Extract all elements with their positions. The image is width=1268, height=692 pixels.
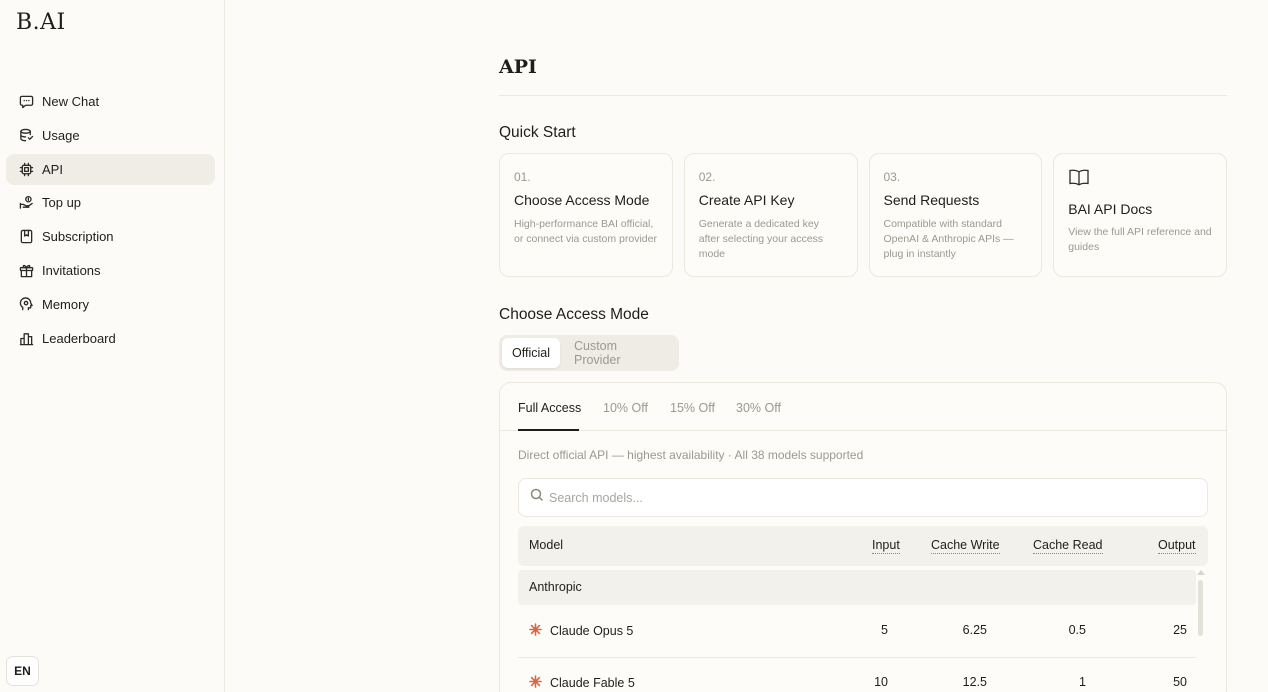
- chip-icon: [18, 161, 34, 177]
- cache-write-price: 12.5: [962, 675, 987, 689]
- input-price: 10: [874, 675, 888, 689]
- quick-start-card-docs[interactable]: BAI API Docs View the full API reference…: [1053, 153, 1227, 277]
- sidebar-item-memory[interactable]: Memory: [6, 289, 215, 320]
- quick-start-card-requests[interactable]: 03. Send Requests Compatible with standa…: [868, 153, 1043, 277]
- card-description: View the full API reference and guides: [1068, 226, 1212, 253]
- search-icon: [530, 488, 549, 507]
- sidebar-item-top-up[interactable]: Top up: [6, 187, 215, 218]
- card-title: Create API Key: [698, 192, 795, 208]
- hand-coin-icon: [18, 195, 34, 211]
- sidebar-item-subscription[interactable]: Subscription: [6, 221, 215, 252]
- chat-bubble-icon: [18, 94, 34, 110]
- quick-start-title: Quick Start: [499, 124, 576, 141]
- scroll-up-arrow-icon[interactable]: [1197, 570, 1205, 575]
- column-header-model: Model: [529, 538, 564, 552]
- output-price: 50: [1173, 675, 1187, 689]
- brain-icon: [18, 296, 34, 312]
- sidebar-item-label: Top up: [42, 195, 82, 211]
- quick-start-cards: 01. Choose Access Mode High-performance …: [499, 153, 1227, 277]
- sidebar-item-label: New Chat: [42, 94, 100, 109]
- cache-read-price: 1: [1079, 675, 1086, 689]
- quick-start-card-api-key[interactable]: 02. Create API Key Generate a dedicated …: [683, 153, 858, 277]
- provider-group-header: Anthropic: [518, 570, 1196, 605]
- access-mode-segmented-control: Official Custom Provider: [499, 335, 679, 371]
- bookmark-icon: [18, 229, 34, 245]
- sidebar-item-label: Memory: [42, 296, 89, 312]
- leaderboard-icon: [18, 330, 34, 346]
- sidebar-nav: New Chat Usage API Top up Subscription I…: [6, 86, 215, 356]
- card-description: Compatible with standard OpenAI & Anthro…: [883, 218, 1014, 260]
- model-name: Claude Opus 5: [550, 624, 634, 638]
- anthropic-logo-icon: [529, 623, 550, 639]
- divider: [499, 95, 1227, 96]
- card-title: Send Requests: [883, 192, 980, 208]
- active-tab-indicator: [518, 429, 579, 431]
- column-header-input[interactable]: Input: [872, 538, 900, 554]
- sidebar-item-label: Leaderboard: [42, 330, 116, 346]
- column-header-cache-write[interactable]: Cache Write: [931, 538, 1000, 554]
- sidebar-item-label: Invitations: [42, 262, 101, 278]
- sidebar-item-label: Subscription: [42, 229, 114, 245]
- step-number: 02.: [698, 170, 716, 184]
- model-name: Claude Fable 5: [550, 676, 635, 690]
- access-mode-panel: Full Access 10% Off 15% Off 30% Off Dire…: [499, 382, 1227, 692]
- gift-icon: [18, 262, 34, 278]
- tab-15-off[interactable]: 15% Off: [670, 401, 715, 415]
- table-row[interactable]: Claude Opus 5 5 6.25 0.5 25: [518, 605, 1196, 657]
- column-header-cache-read[interactable]: Cache Read: [1033, 538, 1103, 554]
- anthropic-logo-icon: [529, 675, 550, 691]
- card-title: BAI API Docs: [1068, 201, 1153, 217]
- model-search: [518, 478, 1208, 517]
- cache-read-price: 0.5: [1068, 623, 1086, 637]
- access-mode-description: Direct official API — highest availabili…: [518, 448, 864, 462]
- sidebar-item-invitations[interactable]: Invitations: [6, 255, 215, 286]
- database-icon: [18, 127, 34, 143]
- search-input[interactable]: [549, 490, 1189, 505]
- card-description: Generate a dedicated key after selecting…: [698, 218, 824, 260]
- sidebar-item-api[interactable]: API: [6, 153, 215, 185]
- sidebar-item-label: API: [42, 161, 63, 177]
- step-number: 03.: [883, 170, 901, 184]
- sidebar-item-new-chat[interactable]: New Chat: [6, 86, 215, 117]
- table-scrollbar[interactable]: [1197, 570, 1205, 692]
- tab-30-off[interactable]: 30% Off: [736, 401, 781, 415]
- input-price: 5: [881, 623, 888, 637]
- scrollbar-thumb[interactable]: [1198, 580, 1203, 636]
- column-header-output[interactable]: Output: [1158, 538, 1196, 554]
- tab-full-access[interactable]: Full Access: [518, 401, 581, 415]
- card-description: High-performance BAI official, or connec…: [514, 218, 657, 245]
- segment-custom-provider[interactable]: Custom Provider: [564, 338, 676, 368]
- page-title: API: [499, 56, 537, 78]
- access-mode-title: Choose Access Mode: [499, 306, 649, 323]
- book-icon: [1068, 169, 1090, 192]
- logo[interactable]: B.AI: [16, 10, 66, 35]
- sidebar-item-usage[interactable]: Usage: [6, 120, 215, 151]
- language-button[interactable]: EN: [6, 656, 39, 686]
- table-row[interactable]: Claude Fable 5 10 12.5 1 50: [518, 657, 1196, 692]
- sidebar: B.AI New Chat Usage API Top up Subscript…: [0, 0, 225, 692]
- table-header: Model Input Cache Write Cache Read Outpu…: [518, 526, 1208, 566]
- sidebar-item-leaderboard[interactable]: Leaderboard: [6, 323, 215, 354]
- segment-official[interactable]: Official: [502, 338, 560, 368]
- output-price: 25: [1173, 623, 1187, 637]
- step-number: 01.: [514, 170, 531, 184]
- model-name-cell: Claude Opus 5: [529, 623, 633, 639]
- card-title: Choose Access Mode: [514, 192, 650, 208]
- pricing-tabs: Full Access 10% Off 15% Off 30% Off: [500, 383, 1226, 431]
- tab-10-off[interactable]: 10% Off: [603, 401, 648, 415]
- cache-write-price: 6.25: [962, 623, 987, 637]
- model-name-cell: Claude Fable 5: [529, 675, 635, 691]
- sidebar-item-label: Usage: [42, 127, 80, 143]
- quick-start-card-access-mode[interactable]: 01. Choose Access Mode High-performance …: [499, 153, 673, 277]
